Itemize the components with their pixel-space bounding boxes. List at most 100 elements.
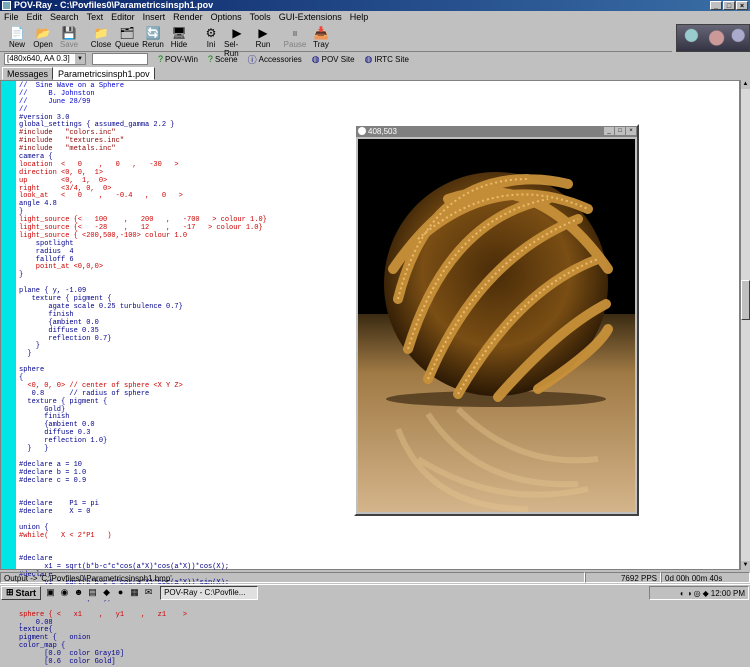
hide-button[interactable]: 🖥 Hide — [166, 24, 192, 52]
scene-link[interactable]: ? Scene — [208, 53, 238, 66]
quicklaunch-app-icon[interactable]: ▣ — [45, 587, 56, 598]
start-button[interactable]: ⊞ Start — [1, 585, 42, 600]
render-window-icon — [358, 127, 366, 135]
povray-logo — [676, 24, 750, 52]
tray-icon[interactable]: ◐ — [680, 589, 685, 598]
scrollbar-thumb[interactable] — [741, 280, 750, 320]
rendered-image — [358, 139, 635, 512]
tray-icon[interactable]: ◑ — [687, 589, 692, 598]
info-icon: ⓘ — [247, 54, 257, 65]
status-bar: Output -> 'C:\Povfiles0\Parametricsinsph… — [0, 572, 750, 583]
chevron-down-icon[interactable]: ▼ — [75, 54, 85, 64]
code-line: texture{ — [19, 626, 53, 635]
menu-search[interactable]: Search — [50, 11, 79, 24]
code-line: } — [19, 271, 24, 280]
code-line: } — [19, 342, 41, 351]
accessories-link[interactable]: ⓘ Accessories — [248, 53, 302, 66]
render-minimize-button[interactable]: _ — [604, 127, 614, 135]
minimize-button[interactable]: _ — [710, 1, 722, 10]
scroll-up-icon[interactable]: ▲ — [741, 80, 750, 89]
irtc-site-link[interactable]: ◍ IRTC Site — [365, 53, 409, 66]
code-line: sphere — [19, 366, 45, 375]
queue-button[interactable]: 🗂 Queue — [114, 24, 140, 52]
toolbar-button-label: Tray — [313, 40, 329, 49]
clock[interactable]: 12:00 PM — [711, 589, 745, 598]
menu-tools[interactable]: Tools — [250, 11, 271, 24]
menu-text[interactable]: Text — [87, 11, 104, 24]
quicklaunch-app-icon[interactable]: ☻ — [73, 587, 84, 598]
pause-button[interactable]: ⏸ Pause — [282, 24, 308, 52]
secondary-toolbar: [480x640, AA 0.3] ▼ ? POV-Win? Scene ⓘ Acces… — [0, 52, 750, 66]
run-icon: ▶ — [258, 26, 268, 40]
code-line: reflection 0.7} — [19, 334, 112, 343]
editor-gutter — [1, 81, 16, 569]
command-input[interactable] — [92, 53, 148, 65]
run-button[interactable]: ▶ Run — [250, 24, 276, 52]
close-button[interactable]: 📁 Close — [88, 24, 114, 52]
toolbar-button-label: Queue — [114, 40, 140, 49]
render-window[interactable]: 408,503 _ □ × — [354, 124, 639, 516]
folder-open-icon: 📂 — [35, 26, 51, 40]
help-icon: ? — [207, 54, 213, 64]
quicklaunch-app-icon[interactable]: ◉ — [59, 587, 70, 598]
tray-icon[interactable]: ◎ — [694, 589, 701, 598]
maximize-button[interactable]: □ — [723, 1, 735, 10]
pov-site-link[interactable]: ◍ POV Site — [312, 53, 355, 66]
tray-icon[interactable]: ◆ — [703, 589, 709, 598]
quicklaunch-app-icon[interactable]: ◆ — [101, 587, 112, 598]
save-icon: 💾 — [61, 26, 77, 40]
tab-messages[interactable]: Messages — [2, 67, 54, 80]
menu-gui-extensions[interactable]: GUI-Extensions — [279, 11, 342, 24]
close-file-icon: 📁 — [93, 26, 109, 40]
toolbar-button-label: New — [8, 40, 25, 49]
render-window-titlebar[interactable]: 408,503 _ □ × — [356, 126, 637, 137]
render-window-title: 408,503 — [368, 127, 397, 136]
new-button[interactable]: 📄 New — [4, 24, 30, 52]
code-line: #while( X < 2*P1 ) — [19, 531, 112, 540]
close-button[interactable]: × — [736, 1, 748, 10]
menu-render[interactable]: Render — [173, 11, 203, 24]
menu-insert[interactable]: Insert — [143, 11, 166, 24]
toolbar-button-label: Ini — [206, 40, 216, 49]
vertical-scrollbar[interactable]: ▲ ▼ — [740, 80, 750, 570]
code-line: } — [19, 350, 32, 359]
code-line: , 0.08 — [19, 618, 53, 627]
window-titlebar: POV-Ray - C:\Povfiles0\Parametricsinsph1… — [0, 0, 750, 11]
quicklaunch-app-icon[interactable]: ▦ — [129, 587, 140, 598]
quicklaunch-app-icon[interactable]: ▤ — [87, 587, 98, 598]
code-line: } } — [19, 444, 49, 453]
menu-editor[interactable]: Editor — [111, 11, 135, 24]
new-file-icon: 📄 — [9, 26, 25, 40]
resolution-select[interactable]: [480x640, AA 0.3] ▼ — [4, 53, 86, 65]
taskbar-povray-button[interactable]: POV-Ray - C:\Povfile... — [160, 585, 259, 600]
ini-button[interactable]: ⚙ Ini — [198, 24, 224, 52]
window-title: POV-Ray - C:\Povfiles0\Parametricsinsph1… — [14, 0, 214, 10]
render-maximize-button[interactable]: □ — [615, 127, 625, 135]
status-pps: 7692 PPS — [585, 572, 661, 583]
open-button[interactable]: 📂 Open — [30, 24, 56, 52]
scroll-down-icon[interactable]: ▼ — [741, 561, 750, 570]
link-label: POV-Win — [165, 54, 198, 64]
quick-launch: ▣ ◉ ☻ ▤ ◆ ● ▦ ✉ — [45, 587, 154, 598]
tray-button[interactable]: 📥 Tray — [308, 24, 334, 52]
code-line: #declare c = 0.9 — [19, 476, 87, 485]
help-icon: ? — [158, 54, 164, 64]
sel-run-button[interactable]: ▶ Sel-Run — [224, 24, 250, 58]
pov-win-link[interactable]: ? POV-Win — [158, 53, 198, 66]
menu-edit[interactable]: Edit — [27, 11, 43, 24]
ini-icon: ⚙ — [205, 26, 217, 40]
menu-options[interactable]: Options — [211, 11, 242, 24]
save-button[interactable]: 💾 Save — [56, 24, 82, 52]
hide-icon: 🖥 — [171, 26, 187, 40]
code-line: // June 28/99 — [19, 97, 91, 106]
rerun-button[interactable]: 🔄 Rerun — [140, 24, 166, 52]
render-close-button[interactable]: × — [626, 127, 636, 135]
quicklaunch-app-icon[interactable]: ● — [115, 587, 126, 598]
tab-parametricsinsph1-pov[interactable]: Parametricsinsph1.pov — [53, 67, 155, 80]
menu-file[interactable]: File — [4, 11, 19, 24]
menu-help[interactable]: Help — [350, 11, 369, 24]
quicklaunch-app-icon[interactable]: ✉ — [143, 587, 154, 598]
